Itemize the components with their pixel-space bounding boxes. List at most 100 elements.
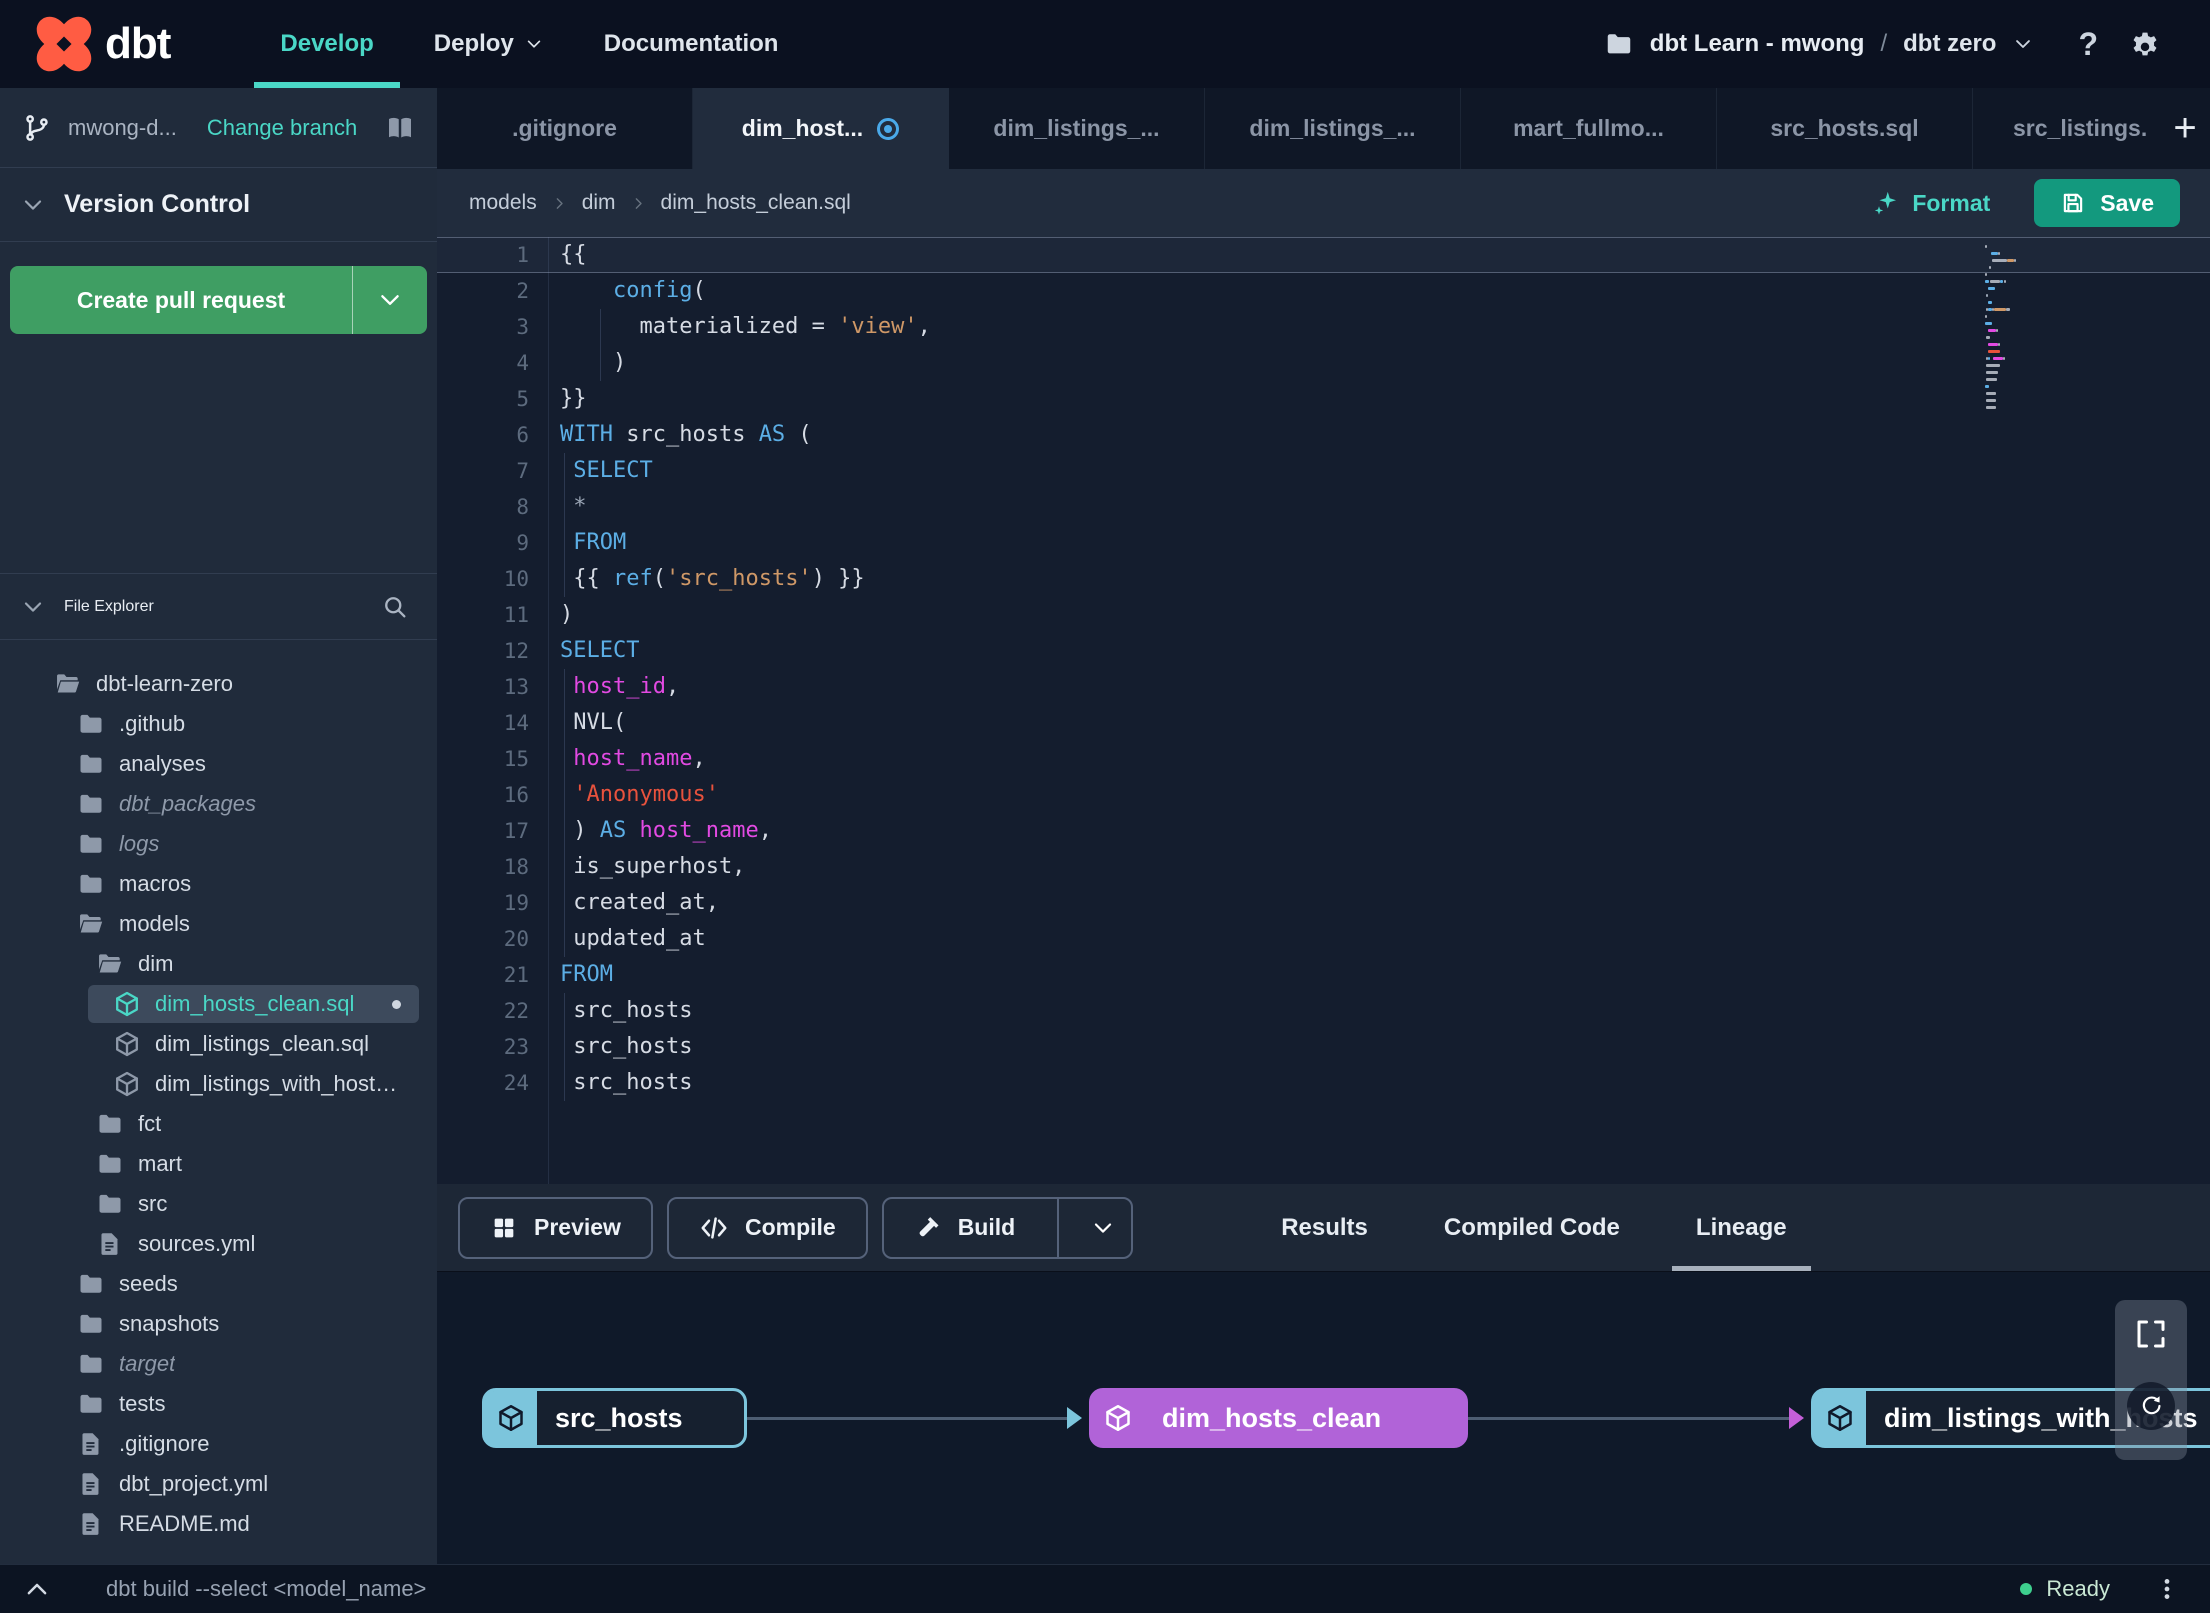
format-button[interactable]: Format bbox=[1872, 189, 1990, 217]
breadcrumb-segment[interactable]: dim bbox=[582, 191, 616, 215]
tree-file-dim_listings_clean.sql[interactable]: dim_listings_clean.sql bbox=[0, 1024, 437, 1064]
chevron-down-icon[interactable] bbox=[1075, 1215, 1131, 1241]
code-line-10[interactable]: 10 {{ ref('src_hosts') }} bbox=[437, 561, 2210, 597]
lineage-node-dim_hosts_clean[interactable]: dim_hosts_clean bbox=[1089, 1388, 1468, 1448]
save-button[interactable]: Save bbox=[2034, 179, 2180, 227]
editor-tab-4[interactable]: mart_fullmo... bbox=[1461, 88, 1717, 169]
code-line-8[interactable]: 8 * bbox=[437, 489, 2210, 525]
tree-file-.gitignore[interactable]: .gitignore bbox=[0, 1424, 437, 1464]
code-line-21[interactable]: 21 FROM bbox=[437, 957, 2210, 993]
chevron-down-icon[interactable] bbox=[20, 192, 46, 218]
editor-tab-1[interactable]: dim_host... bbox=[693, 88, 949, 169]
tree-folder-dim[interactable]: dim bbox=[0, 944, 437, 984]
tree-folder-dbt-learn-zero[interactable]: dbt-learn-zero bbox=[0, 664, 437, 704]
gear-icon[interactable] bbox=[2128, 27, 2162, 61]
change-branch-link[interactable]: Change branch bbox=[207, 115, 357, 141]
editor-tab-6[interactable]: src_listings. bbox=[1973, 88, 2160, 169]
code-line-17[interactable]: 17 ) AS host_name, bbox=[437, 813, 2210, 849]
tree-folder-tests[interactable]: tests bbox=[0, 1384, 437, 1424]
kebab-menu-icon[interactable] bbox=[2154, 1576, 2180, 1602]
lineage-node-src_hosts[interactable]: src_hosts bbox=[482, 1388, 747, 1448]
fullscreen-icon[interactable] bbox=[2133, 1316, 2169, 1352]
build-button[interactable]: Build bbox=[881, 1196, 1134, 1259]
compile-button[interactable]: Compile bbox=[666, 1196, 868, 1259]
result-tab-compiled-code[interactable]: Compiled Code bbox=[1406, 1184, 1658, 1271]
breadcrumb-segment[interactable]: models bbox=[469, 191, 537, 215]
tree-file-sources.yml[interactable]: sources.yml bbox=[0, 1224, 437, 1264]
code-line-12[interactable]: 12 SELECT bbox=[437, 633, 2210, 669]
book-icon[interactable] bbox=[385, 113, 415, 143]
code-line-22[interactable]: 22 src_hosts bbox=[437, 993, 2210, 1029]
chevron-down-icon[interactable] bbox=[20, 594, 46, 620]
tree-folder-mart[interactable]: mart bbox=[0, 1144, 437, 1184]
tree-file-dbt_project.yml[interactable]: dbt_project.yml bbox=[0, 1464, 437, 1504]
tree-file-README.md[interactable]: README.md bbox=[0, 1504, 437, 1544]
project-breadcrumb[interactable]: dbt Learn - mwong / dbt zero bbox=[1604, 29, 2035, 59]
code-editor[interactable]: 1{{2 config(3 materialized = 'view', 4 ) 5… bbox=[437, 237, 2210, 1184]
tree-file-dim_listings_with_hosts...[interactable]: dim_listings_with_hosts... bbox=[0, 1064, 437, 1104]
code-line-11[interactable]: 11) bbox=[437, 597, 2210, 633]
nav-item-develop[interactable]: Develop bbox=[250, 0, 403, 88]
tree-item-label: seeds bbox=[119, 1271, 178, 1296]
search-icon[interactable] bbox=[381, 593, 417, 621]
tree-folder-dbt_packages[interactable]: dbt_packages bbox=[0, 784, 437, 824]
code-line-23[interactable]: 23 src_hosts bbox=[437, 1029, 2210, 1065]
line-number: 12 bbox=[503, 639, 529, 663]
code-token: SELECT bbox=[560, 638, 640, 663]
tree-folder-macros[interactable]: macros bbox=[0, 864, 437, 904]
code-line-19[interactable]: 19 created_at, bbox=[437, 885, 2210, 921]
chevron-down-icon[interactable] bbox=[353, 266, 427, 334]
lineage-panel[interactable]: src_hosts dim_hosts_clean dim_listings_wit… bbox=[437, 1272, 2210, 1564]
dbt-logo[interactable]: dbt bbox=[35, 15, 171, 73]
result-tabs: Results Compiled Code Lineage bbox=[1243, 1184, 1824, 1271]
editor-tab-3[interactable]: dim_listings_... bbox=[1205, 88, 1461, 169]
tree-folder-analyses[interactable]: analyses bbox=[0, 744, 437, 784]
tree-folder-logs[interactable]: logs bbox=[0, 824, 437, 864]
file-explorer-header[interactable]: File Explorer bbox=[0, 573, 437, 640]
code-line-5[interactable]: 5}} bbox=[437, 381, 2210, 417]
editor-tab-0[interactable]: .gitignore bbox=[437, 88, 693, 169]
code-line-13[interactable]: 13 host_id, bbox=[437, 669, 2210, 705]
chevron-up-icon[interactable] bbox=[22, 1574, 52, 1604]
help-button[interactable]: ? bbox=[2078, 26, 2098, 63]
editor-tab-5[interactable]: src_hosts.sql bbox=[1717, 88, 1973, 169]
tree-folder-target[interactable]: target bbox=[0, 1344, 437, 1384]
code-line-18[interactable]: 18 is_superhost, bbox=[437, 849, 2210, 885]
tree-file-dim_hosts_clean.sql[interactable]: dim_hosts_clean.sql bbox=[0, 984, 437, 1024]
refresh-icon[interactable] bbox=[2127, 1382, 2175, 1430]
code-line-16[interactable]: 16 'Anonymous' bbox=[437, 777, 2210, 813]
command-text[interactable]: dbt build --select <model_name> bbox=[106, 1576, 426, 1602]
editor-minimap[interactable] bbox=[1985, 245, 2057, 413]
code-line-1[interactable]: 1 {{ bbox=[437, 237, 2210, 273]
tree-folder-snapshots[interactable]: snapshots bbox=[0, 1304, 437, 1344]
code-line-14[interactable]: 14 NVL( bbox=[437, 705, 2210, 741]
code-line-4[interactable]: 4 ) bbox=[437, 345, 2210, 381]
create-pull-request-button[interactable]: Create pull request bbox=[10, 266, 427, 334]
code-line-9[interactable]: 9 FROM bbox=[437, 525, 2210, 561]
result-tab-lineage[interactable]: Lineage bbox=[1658, 1184, 1825, 1271]
code-line-2[interactable]: 2 config( bbox=[437, 273, 2210, 309]
tree-folder-.github[interactable]: .github bbox=[0, 704, 437, 744]
editor-tab-2[interactable]: dim_listings_... bbox=[949, 88, 1205, 169]
minimap-line bbox=[1985, 357, 2057, 360]
version-control-header[interactable]: Version Control bbox=[0, 168, 437, 242]
nav-item-deploy[interactable]: Deploy bbox=[404, 0, 574, 88]
preview-button[interactable]: Preview bbox=[458, 1196, 653, 1259]
code-line-24[interactable]: 24 src_hosts bbox=[437, 1065, 2210, 1101]
code-line-3[interactable]: 3 materialized = 'view', bbox=[437, 309, 2210, 345]
nav-item-documentation[interactable]: Documentation bbox=[574, 0, 809, 88]
breadcrumb-segment[interactable]: dim_hosts_clean.sql bbox=[661, 191, 851, 215]
new-tab-button[interactable]: + bbox=[2160, 88, 2210, 169]
result-tab-results[interactable]: Results bbox=[1243, 1184, 1406, 1271]
chevron-down-icon[interactable] bbox=[2012, 33, 2034, 55]
code-line-7[interactable]: 7 SELECT bbox=[437, 453, 2210, 489]
code-line-20[interactable]: 20 updated_at bbox=[437, 921, 2210, 957]
unsaved-changes-icon[interactable] bbox=[877, 117, 900, 140]
code-line-6[interactable]: 6 WITH src_hosts AS ( bbox=[437, 417, 2210, 453]
code-line-15[interactable]: 15 host_name, bbox=[437, 741, 2210, 777]
tree-folder-src[interactable]: src bbox=[0, 1184, 437, 1224]
create-pull-request-label[interactable]: Create pull request bbox=[10, 266, 352, 334]
tree-folder-models[interactable]: models bbox=[0, 904, 437, 944]
tree-folder-fct[interactable]: fct bbox=[0, 1104, 437, 1144]
tree-folder-seeds[interactable]: seeds bbox=[0, 1264, 437, 1304]
